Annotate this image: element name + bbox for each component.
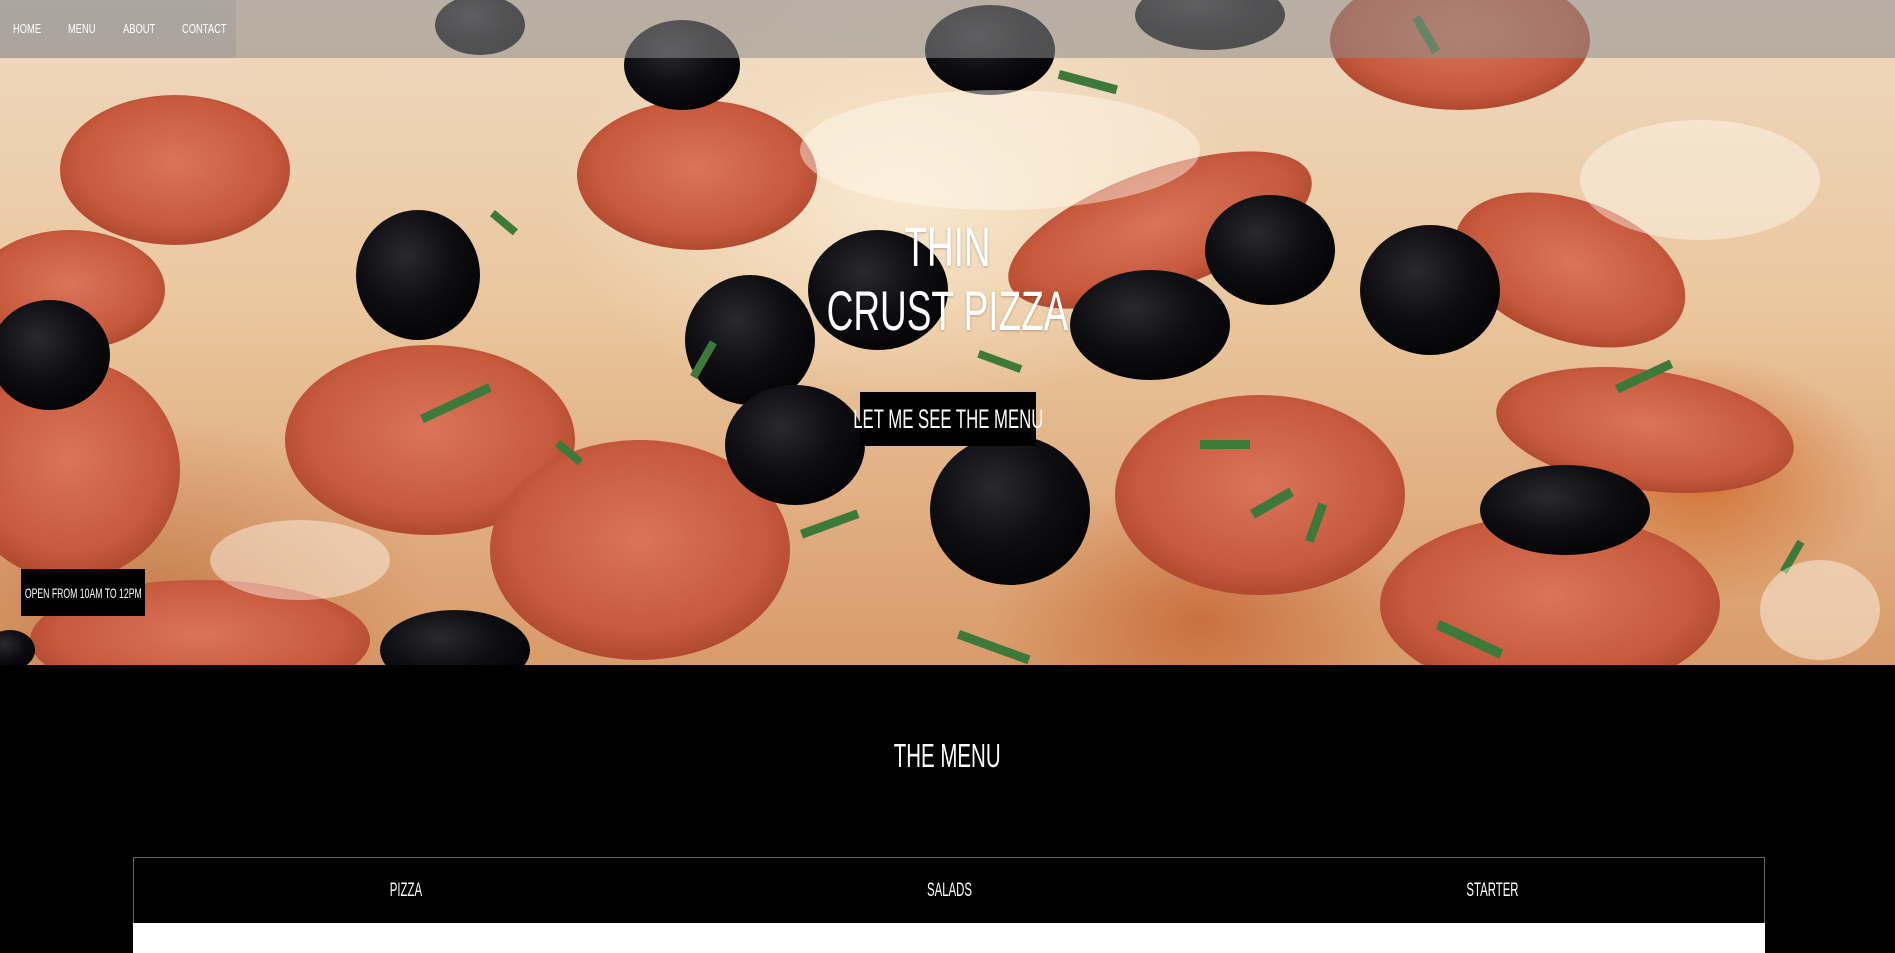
opening-hours-text: Open from 10am to 12pm <box>24 584 142 601</box>
nav-item-contact[interactable]: Contact <box>182 21 227 36</box>
hero-title-line-2: Crust Pizza <box>826 279 1069 342</box>
nav-item-home[interactable]: Home <box>13 21 41 36</box>
see-menu-button-label: Let me see the menu <box>852 403 1044 434</box>
tab-pizza-label: Pizza <box>389 879 422 901</box>
top-navigation-bar: Home Menu About Contact <box>0 0 1895 58</box>
hero-heading: Thin Crust Pizza <box>0 215 1895 343</box>
see-menu-button[interactable]: Let me see the menu <box>853 392 1043 446</box>
hero-section: Home Menu About Contact Thin Crust Pizza… <box>0 0 1895 665</box>
tab-pizza[interactable]: Pizza <box>134 858 677 923</box>
nav-item-menu[interactable]: Menu <box>68 21 96 36</box>
tab-starter-label: Starter <box>1466 879 1519 901</box>
tab-starter[interactable]: Starter <box>1221 858 1764 923</box>
nav-menu-group: Home Menu About Contact <box>0 0 236 58</box>
nav-item-about[interactable]: About <box>123 21 155 36</box>
menu-section: The Menu Pizza Salads Starter <box>0 665 1895 953</box>
opening-hours-badge: Open from 10am to 12pm <box>21 569 145 616</box>
menu-heading: The Menu <box>0 737 1895 775</box>
menu-title: The Menu <box>894 737 1001 774</box>
tab-salads-label: Salads <box>926 879 972 901</box>
hero-title-line-1: Thin <box>904 215 991 278</box>
menu-tabs: Pizza Salads Starter <box>133 857 1765 923</box>
tab-salads[interactable]: Salads <box>677 858 1220 923</box>
